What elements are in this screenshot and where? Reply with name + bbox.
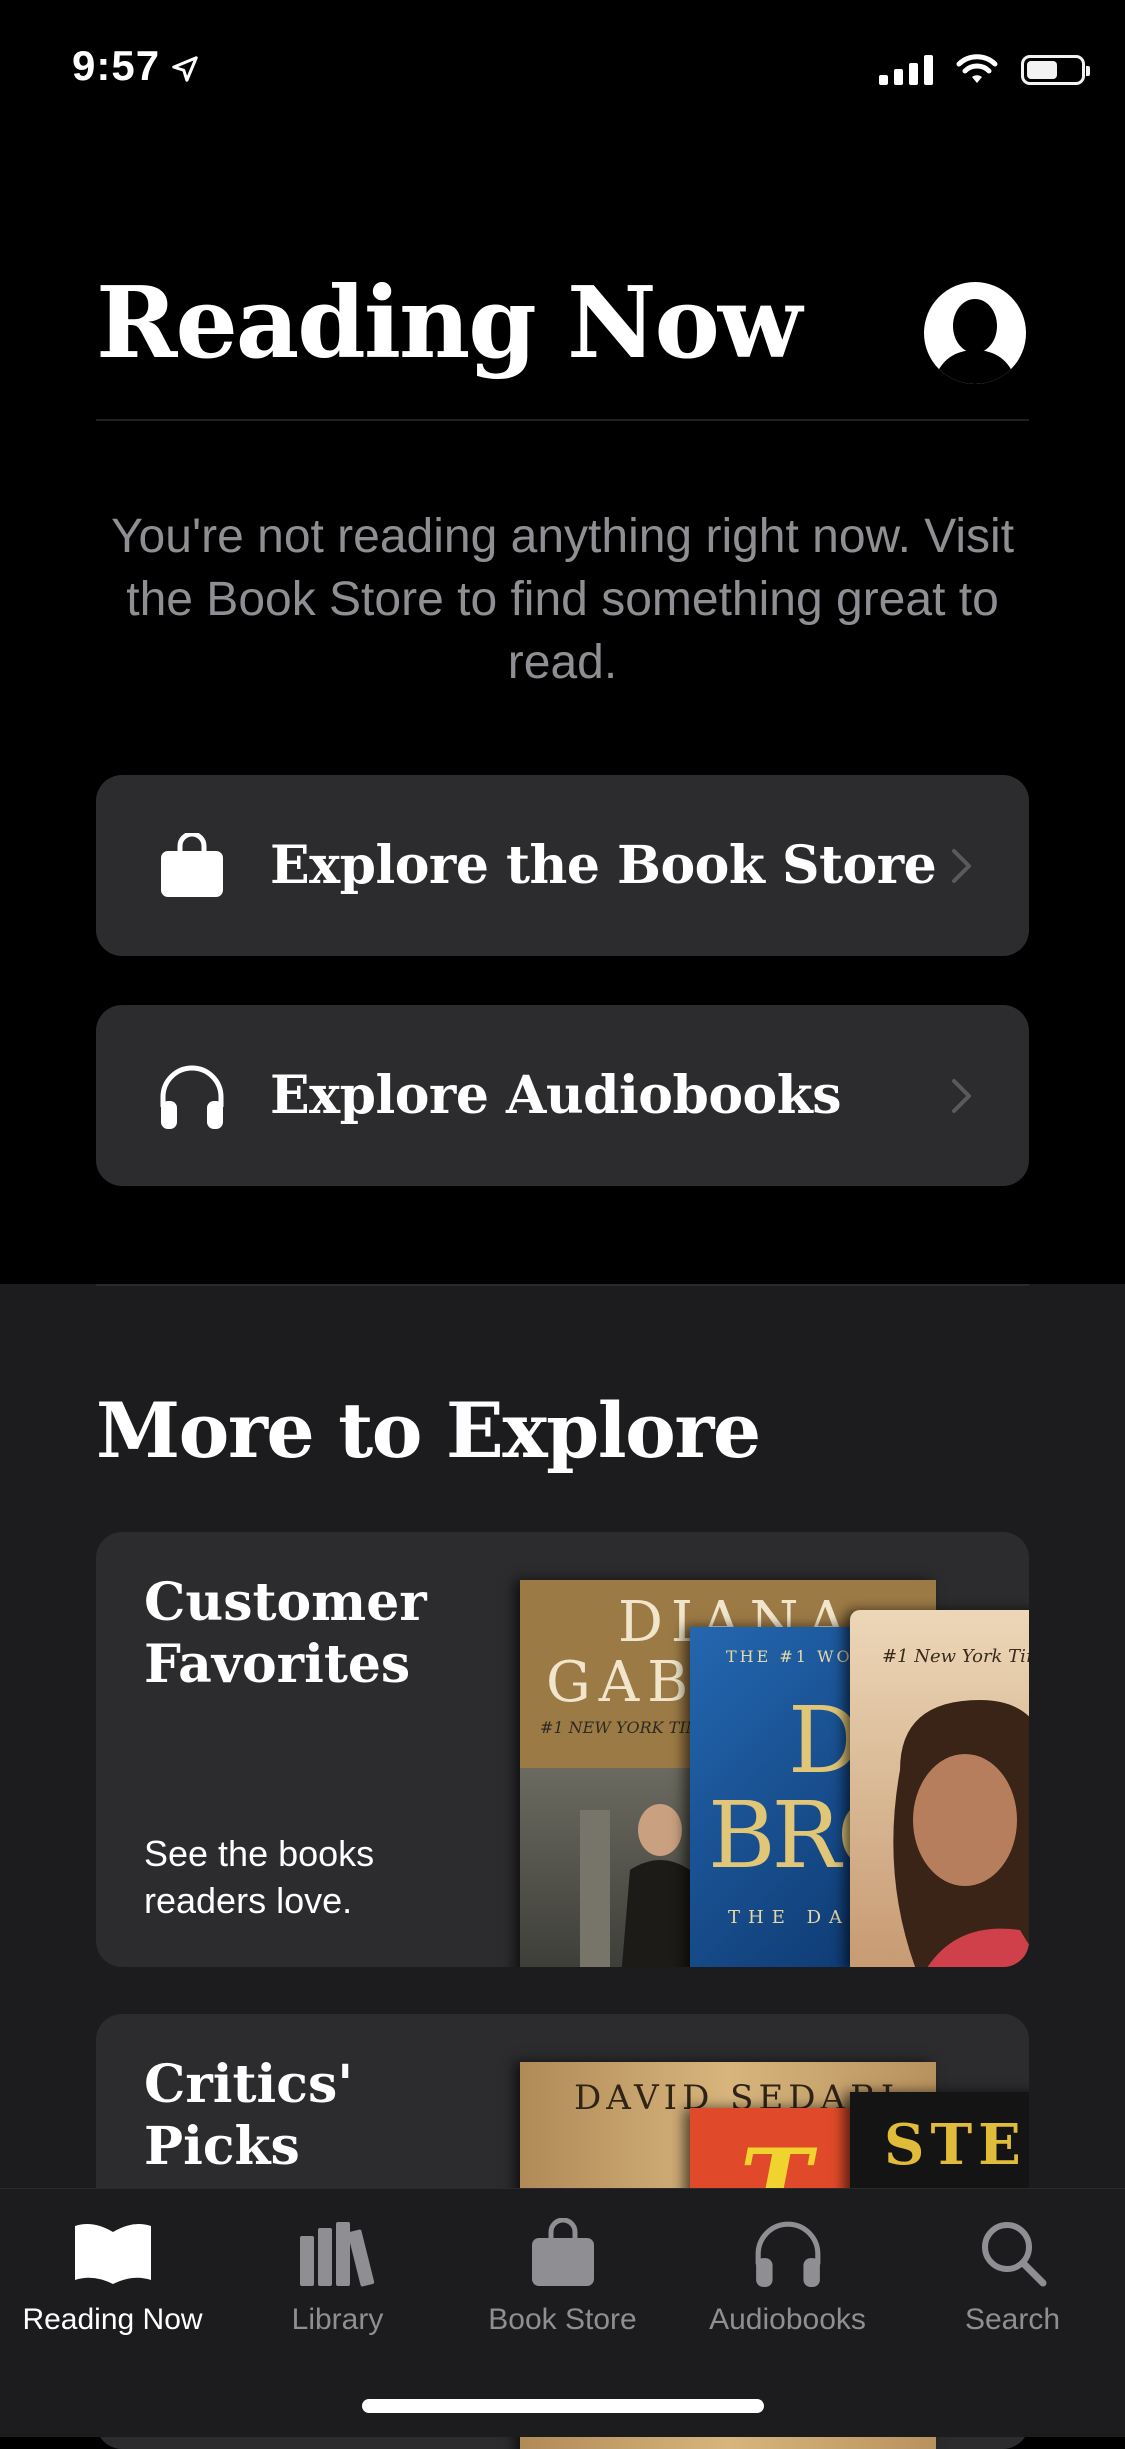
book-cover-text: BRO: [708, 1782, 860, 1889]
tab-reading-now[interactable]: Reading Now: [0, 2211, 225, 2337]
person-silhouette-icon: [934, 299, 1016, 384]
explore-book-store-button[interactable]: Explore the Book Store: [96, 775, 1029, 956]
card-title: Critics' Picks: [144, 2054, 354, 2177]
shopping-bag-icon: [450, 2211, 675, 2295]
explore-book-store-label: Explore the Book Store: [270, 835, 937, 896]
tab-audiobooks[interactable]: Audiobooks: [675, 2211, 900, 2337]
tab-label: Audiobooks: [709, 2303, 866, 2336]
library-icon: [225, 2211, 450, 2295]
book-cover-text: #1 New York Tim: [882, 1646, 1029, 1667]
status-time: 9:57: [72, 42, 200, 90]
location-arrow-icon: [172, 56, 198, 82]
header-divider: [96, 419, 1029, 421]
explore-audiobooks-label: Explore Audiobooks: [270, 1065, 842, 1126]
book-cover-text: THE #1 WO: [726, 1647, 853, 1666]
account-avatar-button[interactable]: [924, 282, 1026, 384]
headphones-icon: [156, 1060, 228, 1132]
tab-label: Reading Now: [22, 2303, 203, 2336]
book-cover-text: #1 NEW YORK TIM: [540, 1718, 703, 1737]
home-indicator[interactable]: [362, 2399, 764, 2413]
page-title: Reading Now: [96, 266, 802, 381]
tab-book-store[interactable]: Book Store: [450, 2211, 675, 2337]
card-title: Customer Favorites: [144, 1572, 427, 1695]
book-cover-text: STE: [884, 2112, 1027, 2178]
time-text: 9:57: [72, 42, 161, 89]
tab-label: Library: [291, 2303, 384, 2336]
tab-library[interactable]: Library: [225, 2211, 450, 2337]
explore-audiobooks-button[interactable]: Explore Audiobooks: [96, 1005, 1029, 1186]
cover-portrait-icon: [893, 1700, 1029, 1967]
book-cover: #1 New York Tim: [850, 1610, 1029, 1967]
book-cover: THE #1 WO D BRO THE DA: [690, 1627, 860, 1967]
book-open-icon: [0, 2211, 225, 2295]
status-indicators: [879, 50, 1090, 90]
status-bar: 9:57: [0, 0, 1125, 140]
cellular-signal-icon: [879, 55, 933, 85]
tab-label: Book Store: [488, 2303, 637, 2336]
headphones-icon: [675, 2211, 900, 2295]
shopping-bag-icon: [156, 830, 228, 902]
chevron-right-icon: [952, 848, 971, 883]
section-divider: [96, 1284, 1029, 1286]
customer-favorites-card[interactable]: Customer Favorites See the books readers…: [96, 1532, 1029, 1967]
battery-icon: [1021, 55, 1090, 85]
search-icon: [900, 2211, 1125, 2295]
chevron-right-icon: [952, 1078, 971, 1113]
book-cover-text: THE DA: [728, 1907, 850, 1928]
section-title: More to Explore: [96, 1386, 761, 1475]
wifi-icon: [956, 54, 998, 83]
empty-state-message: You're not reading anything right now. V…: [110, 510, 1015, 689]
card-subtitle: See the books readers love.: [144, 1833, 375, 1921]
tab-search[interactable]: Search: [900, 2211, 1125, 2337]
tab-label: Search: [964, 2303, 1061, 2336]
